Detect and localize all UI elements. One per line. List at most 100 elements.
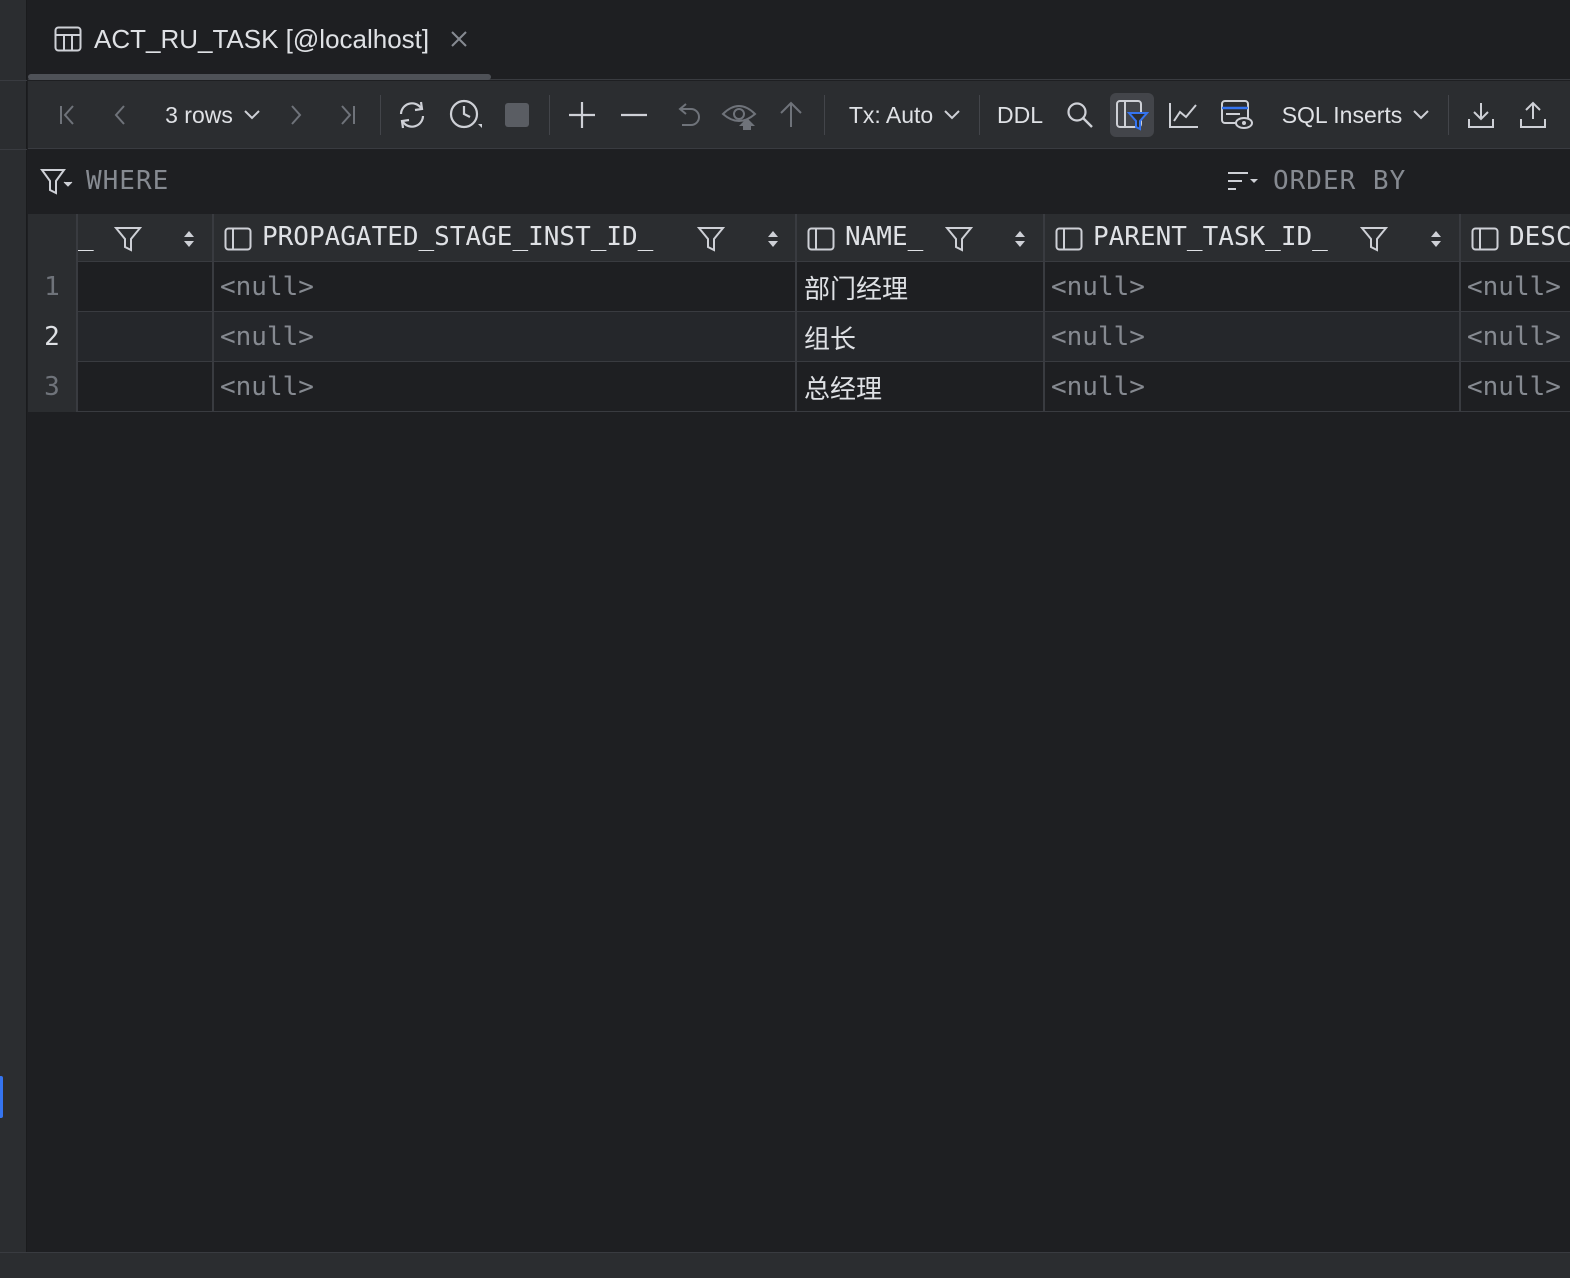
add-row-button[interactable] xyxy=(564,95,600,135)
export-button[interactable] xyxy=(1516,95,1550,135)
row-number-header xyxy=(28,214,76,262)
sort-arrows-icon[interactable] xyxy=(1013,228,1027,255)
where-filter-input[interactable]: WHERE xyxy=(86,166,169,196)
table-cell[interactable]: <null> xyxy=(1467,312,1570,362)
sort-icon[interactable] xyxy=(1226,170,1260,199)
row-number: 2 xyxy=(28,312,76,362)
plus-icon xyxy=(567,100,597,130)
chevron-down-icon xyxy=(243,109,261,121)
sort-arrows-icon[interactable] xyxy=(1429,228,1443,255)
table-cell[interactable]: <null> xyxy=(1051,362,1455,412)
transaction-mode-label: Tx: Auto xyxy=(848,101,934,128)
filter-bar: WHERE ORDER BY xyxy=(28,150,1570,214)
column-label: _ xyxy=(78,222,94,252)
close-icon[interactable] xyxy=(448,28,470,50)
stop-icon xyxy=(504,102,530,128)
column-icon xyxy=(1055,227,1083,256)
column-header-description[interactable]: DESC xyxy=(1461,214,1570,262)
download-icon xyxy=(1467,101,1495,129)
table-row[interactable]: 2 <null> 组长 <null> <null> xyxy=(28,312,1570,362)
order-by-input[interactable]: ORDER BY xyxy=(1273,166,1406,196)
column-icon xyxy=(1471,227,1499,256)
eye-icon xyxy=(721,100,759,130)
table-eye-icon xyxy=(1220,99,1254,131)
table-row[interactable]: 1 <null> 部门经理 <null> <null> xyxy=(28,262,1570,312)
sort-arrows-icon[interactable] xyxy=(766,228,780,255)
table-icon xyxy=(54,26,82,52)
refresh-button[interactable] xyxy=(394,95,430,135)
table-cell[interactable]: <null> xyxy=(1051,262,1455,312)
row-number: 3 xyxy=(28,362,76,412)
auto-refresh-button[interactable] xyxy=(448,95,484,135)
column-icon xyxy=(224,227,252,256)
chart-button[interactable] xyxy=(1166,95,1202,135)
chevron-down-icon xyxy=(1412,109,1430,121)
ddl-button[interactable]: DDL xyxy=(996,95,1044,135)
column-label: DESC xyxy=(1509,222,1570,252)
horizontal-scrollbar[interactable] xyxy=(0,1252,1570,1278)
filter-table-toggle[interactable] xyxy=(1110,93,1154,137)
submit-button[interactable] xyxy=(776,95,806,135)
column-label: PARENT_TASK_ID_ xyxy=(1093,222,1328,252)
table-cell[interactable]: <null> xyxy=(1051,312,1455,362)
chevron-down-icon xyxy=(943,109,961,121)
table-cell[interactable]: <null> xyxy=(1467,262,1570,312)
column-header-partial[interactable]: _ xyxy=(78,214,212,262)
column-label: NAME_ xyxy=(845,222,924,252)
tab-title: ACT_RU_TASK [@localhost] xyxy=(94,24,430,54)
filter-icon[interactable] xyxy=(944,225,974,258)
filter-icon[interactable] xyxy=(1359,225,1389,258)
clock-icon xyxy=(448,98,484,132)
refresh-icon xyxy=(395,100,429,130)
filter-icon[interactable] xyxy=(696,225,726,258)
rows-count-label: 3 rows xyxy=(165,101,233,128)
filter-icon[interactable] xyxy=(113,225,143,258)
grid-header: _ PROPAGATED_STAGE_INST_ID_ NAME_ PARENT… xyxy=(28,214,1570,262)
view-changes-button[interactable] xyxy=(720,95,760,135)
editor-tab-bar: ACT_RU_TASK [@localhost] xyxy=(28,0,1570,80)
next-page-button[interactable] xyxy=(282,95,310,135)
stop-button[interactable] xyxy=(502,95,532,135)
table-row[interactable]: 3 <null> 总经理 <null> <null> xyxy=(28,362,1570,412)
chevron-left-icon xyxy=(108,103,132,127)
column-header-name[interactable]: NAME_ xyxy=(797,214,1043,262)
table-cell[interactable]: <null> xyxy=(220,312,790,362)
table-filter-icon xyxy=(1115,99,1149,131)
rows-count-dropdown[interactable]: 3 rows xyxy=(158,95,268,135)
column-header-parent-task-id[interactable]: PARENT_TASK_ID_ xyxy=(1045,214,1459,262)
table-cell[interactable]: <null> xyxy=(220,362,790,412)
table-cell[interactable]: <null> xyxy=(1467,362,1570,412)
table-cell[interactable]: 部门经理 xyxy=(804,262,1040,312)
minus-icon xyxy=(619,100,649,130)
import-button[interactable] xyxy=(1464,95,1498,135)
arrow-up-icon xyxy=(778,101,804,129)
upload-icon xyxy=(1519,101,1547,129)
left-tool-strip xyxy=(0,0,27,1278)
last-page-button[interactable] xyxy=(332,95,362,135)
data-editor-toolbar: 3 rows Tx: Auto DDL SQL Inserts xyxy=(28,81,1570,149)
chart-line-icon xyxy=(1168,101,1200,129)
sort-arrows-icon[interactable] xyxy=(182,228,196,255)
value-viewer-button[interactable] xyxy=(1218,95,1256,135)
transaction-mode-dropdown[interactable]: Tx: Auto xyxy=(846,95,964,135)
revert-button[interactable] xyxy=(670,95,704,135)
column-label: PROPAGATED_STAGE_INST_ID_ xyxy=(262,222,654,252)
first-page-button[interactable] xyxy=(54,95,82,135)
export-format-label: SQL Inserts xyxy=(1281,101,1403,128)
search-button[interactable] xyxy=(1062,95,1098,135)
delete-row-button[interactable] xyxy=(616,95,652,135)
active-tab-indicator xyxy=(28,74,491,80)
last-page-icon xyxy=(335,103,359,127)
tool-window-indicator[interactable] xyxy=(0,1076,3,1118)
row-number: 1 xyxy=(28,262,76,312)
first-page-icon xyxy=(56,103,80,127)
previous-page-button[interactable] xyxy=(106,95,134,135)
search-icon xyxy=(1066,101,1094,129)
export-format-dropdown[interactable]: SQL Inserts xyxy=(1278,95,1434,135)
filter-icon[interactable] xyxy=(40,168,74,201)
column-header-propagated-stage-inst-id[interactable]: PROPAGATED_STAGE_INST_ID_ xyxy=(214,214,794,262)
table-cell[interactable]: 组长 xyxy=(804,312,1040,362)
table-cell[interactable]: <null> xyxy=(220,262,790,312)
table-cell[interactable]: 总经理 xyxy=(804,362,1040,412)
tab-act-ru-task[interactable]: ACT_RU_TASK [@localhost] xyxy=(28,0,491,80)
